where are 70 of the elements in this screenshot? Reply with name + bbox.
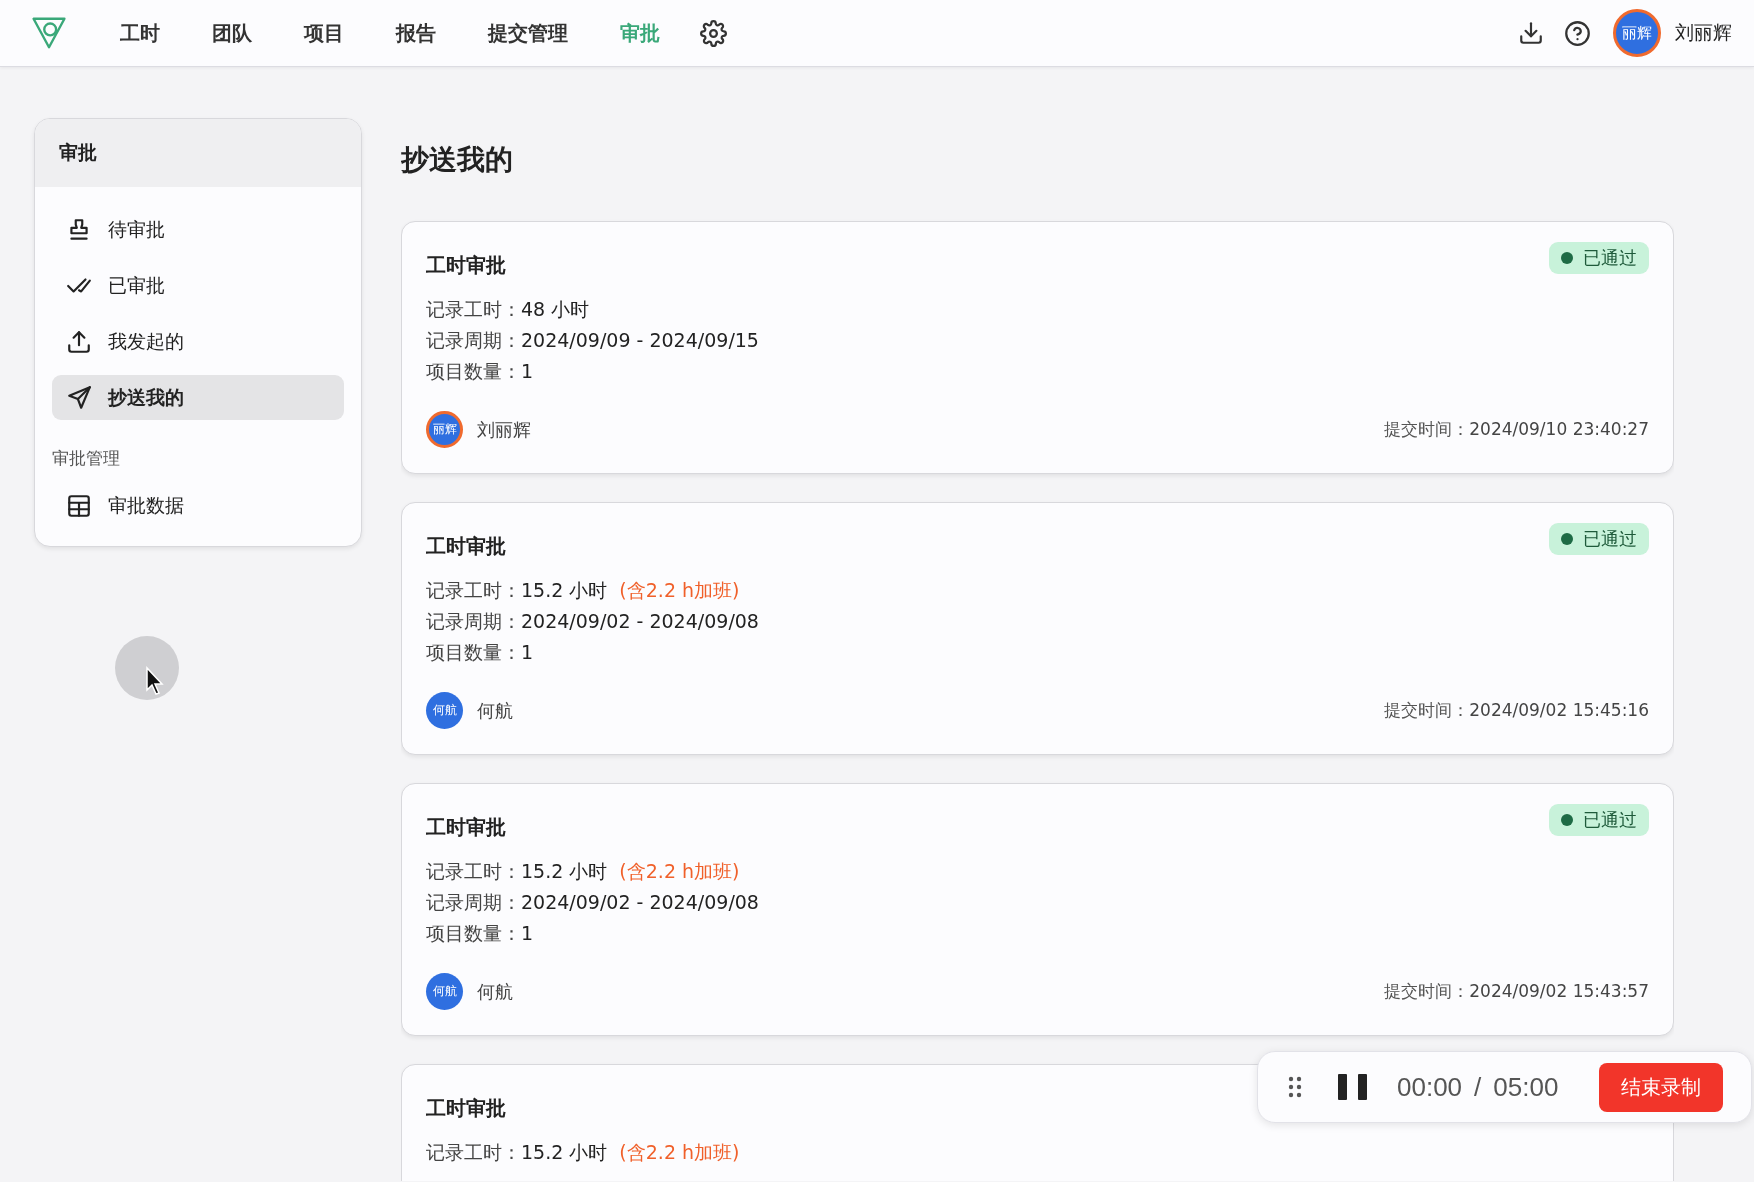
stop-recording-button[interactable]: 结束录制 — [1599, 1062, 1723, 1112]
sidebar-item[interactable]: 已审批 — [52, 263, 344, 308]
user-avatar: 何航 — [426, 973, 463, 1010]
field-label: 记录工时： — [426, 297, 521, 322]
approval-card[interactable]: 工时审批 已通过 记录工时：15.2 小时 (含2.2 h加班) 记录周期：2024/09/02 - 2024/09/08 项目数量：1 何航 何航 提交时间：2024/09/02 15:45:16 — [401, 502, 1674, 755]
send-icon — [66, 384, 92, 411]
sidebar-item[interactable]: 待审批 — [52, 207, 344, 252]
status-badge: 已通过 — [1549, 804, 1649, 836]
submit-time: 提交时间：2024/09/02 15:45:16 — [1384, 699, 1649, 722]
field-value: 2024/09/02 - 2024/09/08 — [521, 891, 759, 913]
settings-icon[interactable] — [700, 19, 727, 47]
sidebar-item[interactable]: 审批数据 — [52, 483, 344, 528]
field-label: 项目数量： — [426, 921, 521, 946]
field-value: 15.2 小时 — [521, 859, 608, 884]
card-title: 工时审批 — [426, 252, 506, 279]
approval-card[interactable]: 工时审批 已通过 记录工时：15.2 小时 (含2.2 h加班) 记录周期：2024/09/02 - 2024/09/08 项目数量：1 何航 何航 提交时间：2024/09/02 15:43:57 — [401, 783, 1674, 1036]
field-label: 项目数量： — [426, 359, 521, 384]
user-name: 刘丽辉 — [1675, 20, 1732, 45]
card-title: 工时审批 — [426, 533, 506, 560]
nav-tab[interactable]: 提交管理 — [462, 11, 594, 55]
submitter-name: 刘丽辉 — [477, 417, 531, 442]
nav-tab[interactable]: 团队 — [186, 11, 278, 55]
status-badge: 已通过 — [1549, 242, 1649, 274]
field-value: 1 — [521, 641, 534, 663]
field-label: 记录周期： — [426, 328, 521, 353]
section-heading: 审批管理 — [52, 446, 121, 470]
status-badge: 已通过 — [1549, 523, 1649, 555]
approval-card[interactable]: 工时审批 已通过 记录工时：48 小时 记录周期：2024/09/09 - 2024/09/15 项目数量：1 丽辉 刘丽辉 提交时间：2024/09/10 23:40:27 — [401, 221, 1674, 474]
overtime-note: (含2.2 h加班) — [619, 1140, 740, 1165]
submitter-name: 何航 — [477, 698, 513, 723]
download-icon[interactable] — [1518, 20, 1544, 46]
cursor-icon — [115, 636, 179, 700]
nav-tab[interactable]: 报告 — [370, 11, 462, 55]
nav-tab[interactable]: 工时 — [94, 11, 186, 55]
submitter-name: 何航 — [477, 979, 513, 1004]
card-title: 工时审批 — [426, 1095, 506, 1122]
drag-handle-icon[interactable] — [1288, 1076, 1302, 1098]
sidebar-item[interactable]: 我发起的 — [52, 319, 344, 364]
pause-icon[interactable] — [1338, 1074, 1367, 1100]
overtime-note: (含2.2 h加班) — [619, 578, 740, 603]
help-icon[interactable] — [1564, 19, 1591, 47]
time-separator: / — [1474, 1071, 1482, 1103]
field-label: 记录周期： — [426, 609, 521, 634]
field-value: 2024/09/02 - 2024/09/08 — [521, 610, 759, 632]
field-value: 15.2 小时 — [521, 578, 608, 603]
upload-icon — [66, 328, 92, 355]
nav-tab[interactable]: 项目 — [278, 11, 370, 55]
field-value: 48 小时 — [521, 297, 590, 322]
field-value: 1 — [521, 360, 534, 382]
time-limit: 05:00 — [1493, 1071, 1559, 1103]
overtime-note: (含2.2 h加班) — [619, 859, 740, 884]
user-avatar: 何航 — [426, 692, 463, 729]
page-title: 抄送我的 — [401, 143, 514, 177]
field-value: 1 — [521, 922, 534, 944]
field-label: 记录工时： — [426, 578, 521, 603]
table-icon — [66, 492, 92, 519]
sidebar-item[interactable]: 抄送我的 — [52, 375, 344, 420]
field-value: 2024/09/09 - 2024/09/15 — [521, 329, 759, 351]
elapsed-time: 00:00 — [1397, 1071, 1463, 1103]
field-value: 15.2 小时 — [521, 1140, 608, 1165]
sidebar-title: 审批 — [35, 119, 361, 187]
field-label: 项目数量： — [426, 640, 521, 665]
submit-time: 提交时间：2024/09/10 23:40:27 — [1384, 418, 1649, 441]
field-label: 记录工时： — [426, 859, 521, 884]
user-avatar[interactable]: 丽辉 — [1613, 9, 1661, 57]
submit-time: 提交时间：2024/09/02 15:43:57 — [1384, 980, 1649, 1003]
user-avatar: 丽辉 — [426, 411, 463, 448]
card-title: 工时审批 — [426, 814, 506, 841]
field-label: 记录周期： — [426, 890, 521, 915]
field-label: 记录工时： — [426, 1140, 521, 1165]
